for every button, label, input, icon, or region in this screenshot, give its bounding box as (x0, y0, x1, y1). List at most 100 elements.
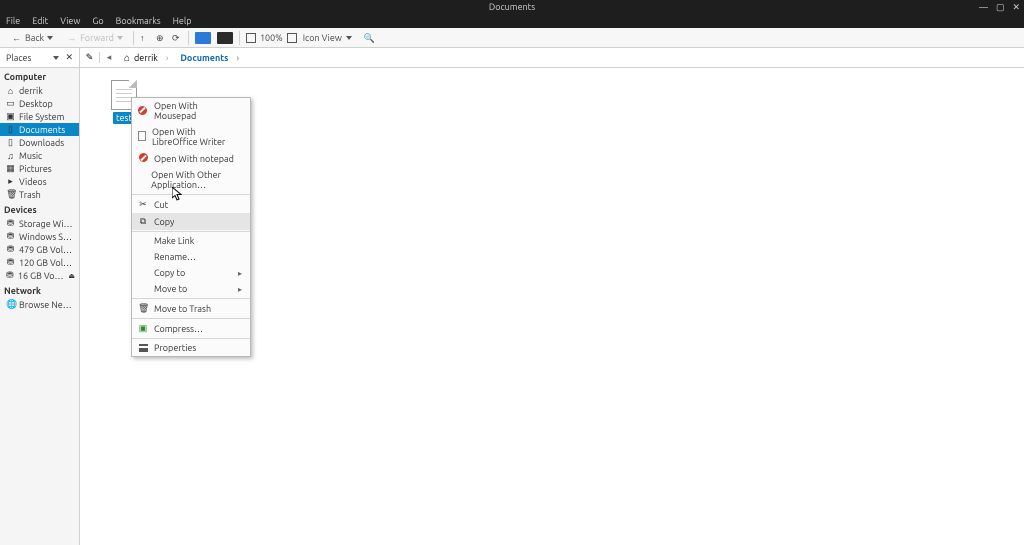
reload-button[interactable]: ⟳ (172, 33, 182, 43)
minimize-button[interactable]: — (979, 2, 988, 12)
ctx-make-link[interactable]: Make Link (132, 233, 250, 249)
sidebar-item-drive[interactable]: ⛃120 GB Volume (0, 256, 79, 269)
menu-file[interactable]: File (6, 16, 20, 26)
ctx-properties[interactable]: Properties (132, 340, 250, 356)
separator (239, 31, 240, 45)
maximize-button[interactable]: ▢ (996, 2, 1005, 13)
path-back-button[interactable]: ◂ (100, 52, 118, 63)
back-button[interactable]: ← Back (8, 31, 57, 45)
crumb-documents[interactable]: Documents › (174, 53, 245, 63)
chevron-right-icon: › (236, 53, 239, 63)
home-icon: ⌂ (124, 52, 130, 64)
sidebar-item-documents[interactable]: ▯Documents (0, 123, 79, 136)
title-bar: Documents — ▢ ✕ (0, 0, 1024, 14)
sidebar-item-music[interactable]: ♫Music (0, 149, 79, 162)
desktop-icon: ▭ (6, 98, 15, 109)
sidebar-item-browse-network[interactable]: 🌐Browse Network (0, 298, 79, 311)
ctx-open-notepad[interactable]: Open With notepad (132, 150, 250, 167)
folder-icon: ▯ (6, 137, 15, 148)
view-mode-dropdown[interactable]: Icon View (303, 33, 352, 43)
home-button[interactable]: ⊕ (156, 33, 166, 43)
crumb-home[interactable]: ⌂ derrik › (118, 52, 174, 64)
caret-down-icon (47, 36, 53, 40)
ctx-open-mousepad[interactable]: Open With Mousepad (132, 98, 250, 124)
ctx-move-trash[interactable]: 🗑Move to Trash (132, 300, 250, 317)
sidebar-section-computer: Computer (0, 68, 79, 84)
menu-help[interactable]: Help (173, 16, 192, 26)
sidebar-item-pictures[interactable]: ▦Pictures (0, 162, 79, 175)
menu-view[interactable]: View (60, 16, 80, 26)
app-icon (138, 106, 148, 117)
document-icon (138, 131, 146, 143)
view-toggle-normal[interactable] (195, 32, 211, 44)
zoom-out-icon (246, 33, 256, 43)
up-button[interactable]: ↑ (140, 33, 150, 43)
ctx-rename[interactable]: Rename… (132, 249, 250, 265)
sidebar-item-filesystem[interactable]: ▣File System (0, 110, 79, 123)
disk-icon: ▣ (6, 111, 15, 122)
sidebar-item-trash[interactable]: 🗑Trash (0, 188, 79, 201)
sidebar-item-drive[interactable]: ⛃479 GB Volume (0, 243, 79, 256)
folder-icon: ▯ (6, 124, 15, 135)
sidebar-item-videos[interactable]: ▸Videos (0, 175, 79, 188)
view-mode-label: Icon View (303, 33, 342, 43)
places-sidebar: Computer ⌂derrik ▭Desktop ▣File System ▯… (0, 68, 80, 545)
ctx-move-to[interactable]: Move to▸ (132, 281, 250, 297)
edit-path-button[interactable]: ✎ (80, 52, 100, 63)
caret-down-icon[interactable] (53, 56, 59, 60)
sidebar-section-devices: Devices (0, 201, 79, 217)
drive-icon: ⛃ (6, 231, 15, 242)
ctx-open-writer[interactable]: Open With LibreOffice Writer (132, 124, 250, 150)
eject-icon[interactable]: ⏏ (68, 272, 75, 280)
ctx-open-other[interactable]: Open With Other Application… (132, 167, 250, 193)
sidebar-close-button[interactable]: ✕ (65, 52, 73, 63)
properties-icon (138, 343, 148, 353)
path-toolbar: ✎ ◂ ⌂ derrik › Documents › (80, 48, 245, 67)
view-toggle-alt[interactable] (217, 32, 233, 44)
window-buttons: — ▢ ✕ (979, 0, 1020, 14)
archive-icon: ▣ (138, 323, 148, 334)
zoom-in-icon (287, 33, 297, 43)
ctx-copy-to[interactable]: Copy to▸ (132, 265, 250, 281)
caret-down-icon (346, 36, 352, 40)
chevron-right-icon: › (166, 53, 169, 63)
trash-icon: 🗑 (6, 189, 15, 200)
forward-button[interactable]: → Forward (63, 31, 127, 45)
sidebar-item-drive[interactable]: ⛃16 GB Volu…⏏ (0, 269, 79, 282)
location-bar: Places ✕ ✎ ◂ ⌂ derrik › Documents › (0, 48, 1024, 68)
toolbar: ← Back → Forward ↑ ⊕ ⟳ 100% Icon View 🔍 (0, 28, 1024, 48)
sidebar-item-drive[interactable]: ⛃Windows SSD sto… (0, 230, 79, 243)
app-icon (138, 153, 148, 164)
menu-bar: File Edit View Go Bookmarks Help (0, 14, 1024, 28)
menu-edit[interactable]: Edit (32, 16, 48, 26)
forward-label: Forward (80, 33, 114, 43)
globe-icon: 🌐 (6, 299, 15, 310)
sidebar-item-drive[interactable]: ⛃Storage Windows (0, 217, 79, 230)
close-button[interactable]: ✕ (1012, 2, 1020, 13)
places-header: Places ✕ (0, 48, 80, 67)
sidebar-item-home[interactable]: ⌂derrik (0, 84, 79, 97)
search-button[interactable]: 🔍 (364, 33, 374, 43)
ctx-copy[interactable]: ⧉Copy (132, 213, 250, 230)
cut-icon: ✂ (138, 199, 148, 210)
submenu-arrow-icon: ▸ (238, 269, 242, 278)
music-icon: ♫ (6, 151, 15, 161)
ctx-compress[interactable]: ▣Compress… (132, 320, 250, 337)
context-menu: Open With Mousepad Open With LibreOffice… (131, 97, 251, 357)
drive-icon: ⛃ (6, 218, 15, 229)
ctx-cut[interactable]: ✂Cut (132, 196, 250, 213)
breadcrumb: ⌂ derrik › Documents › (118, 52, 245, 64)
submenu-arrow-icon: ▸ (238, 285, 242, 294)
caret-down-icon (117, 36, 123, 40)
zoom-control[interactable]: 100% (246, 33, 297, 43)
menu-go[interactable]: Go (92, 16, 103, 26)
sidebar-item-desktop[interactable]: ▭Desktop (0, 97, 79, 110)
sidebar-item-downloads[interactable]: ▯Downloads (0, 136, 79, 149)
menu-bookmarks[interactable]: Bookmarks (116, 16, 161, 26)
drive-icon: ⛃ (6, 257, 15, 268)
sidebar-section-network: Network (0, 282, 79, 298)
separator (133, 31, 134, 45)
back-label: Back (25, 33, 44, 43)
window-title: Documents (489, 2, 535, 12)
drive-icon: ⛃ (6, 244, 15, 255)
